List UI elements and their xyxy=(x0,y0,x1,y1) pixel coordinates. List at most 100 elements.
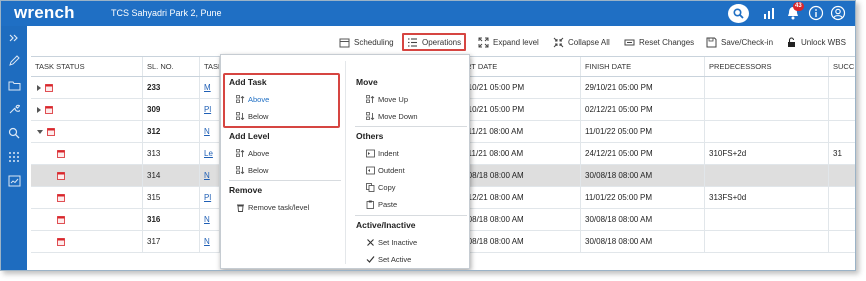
user-profile-icon[interactable] xyxy=(830,5,846,21)
toolbar: Scheduling Operations Expand level Colla… xyxy=(27,32,855,52)
outdent-label: Outdent xyxy=(378,165,405,175)
set-active-item[interactable]: Set Active xyxy=(366,253,411,265)
app-logo[interactable]: wrench xyxy=(14,3,75,23)
collapse-all-button[interactable]: Collapse All xyxy=(553,34,610,50)
indent-label: Indent xyxy=(378,148,399,158)
task-type-icon xyxy=(57,215,65,224)
folder-icon[interactable] xyxy=(5,77,23,93)
signal-bars-icon[interactable] xyxy=(761,5,777,21)
finish-date-cell: 02/12/21 05:00 PM xyxy=(581,99,705,120)
remove-task-level-item[interactable]: Remove task/level xyxy=(236,201,309,213)
menu-separator xyxy=(229,180,341,181)
search-icon[interactable] xyxy=(5,125,23,141)
remove-heading: Remove xyxy=(229,185,263,195)
calendar-icon xyxy=(339,38,350,47)
pencil-icon[interactable] xyxy=(5,53,23,69)
paste-label: Paste xyxy=(378,199,398,209)
start-date-cell: 9/12/21 08:00 AM xyxy=(457,187,581,208)
finish-date-cell: 30/08/18 08:00 AM xyxy=(581,231,705,252)
task-name-link[interactable]: N xyxy=(200,121,220,142)
report-icon[interactable] xyxy=(5,173,23,189)
start-date-cell: 9/08/18 08:00 AM xyxy=(457,209,581,230)
header-finish-date[interactable]: FINISH DATE xyxy=(581,57,705,76)
successors-cell xyxy=(829,231,855,252)
scheduling-button[interactable]: Scheduling xyxy=(339,34,394,50)
task-status-cell xyxy=(31,187,143,208)
outdent-item[interactable]: Outdent xyxy=(366,164,405,176)
task-type-icon xyxy=(57,149,65,158)
finish-date-cell: 30/08/18 08:00 AM xyxy=(581,165,705,186)
task-status-cell xyxy=(31,99,143,120)
finish-date-cell: 11/01/22 05:00 PM xyxy=(581,121,705,142)
header-successors[interactable]: SUCC xyxy=(829,57,855,76)
apps-grid-icon[interactable] xyxy=(5,149,23,165)
unlock-wbs-button[interactable]: Unlock WBS xyxy=(786,34,846,50)
set-inactive-item[interactable]: Set Inactive xyxy=(366,236,417,248)
move-heading: Move xyxy=(356,77,378,87)
predecessors-cell xyxy=(705,121,829,142)
collapse-row-icon[interactable] xyxy=(37,129,43,134)
start-date-cell: 9/08/18 08:00 AM xyxy=(457,231,581,252)
task-name-link[interactable]: N xyxy=(200,231,220,252)
left-sidebar xyxy=(1,26,27,270)
header-sl-no[interactable]: SL. NO. xyxy=(143,57,200,76)
expand-level-button[interactable]: Expand level xyxy=(478,34,539,50)
scheduling-label: Scheduling xyxy=(354,37,394,47)
operations-menu: Add Task Above Below Add Level Above Bel… xyxy=(220,54,470,269)
sl-no-cell: 309 xyxy=(143,99,200,120)
active-inactive-heading: Active/Inactive xyxy=(356,220,416,230)
task-name-link[interactable]: Le xyxy=(200,143,220,164)
task-status-cell xyxy=(31,77,143,98)
set-active-label: Set Active xyxy=(378,254,412,264)
expand-sidebar-icon[interactable] xyxy=(5,30,23,46)
header-task[interactable]: TASK xyxy=(200,57,220,76)
task-name-link[interactable]: N xyxy=(200,209,220,230)
sl-no-cell: 233 xyxy=(143,77,200,98)
wrench-icon[interactable] xyxy=(5,101,23,117)
expand-icon xyxy=(478,37,489,47)
expand-row-icon[interactable] xyxy=(37,106,41,113)
successors-cell xyxy=(829,165,855,186)
menu-separator xyxy=(355,215,467,216)
start-date-cell: 9/10/21 05:00 PM xyxy=(457,77,581,98)
successors-cell xyxy=(829,209,855,230)
info-icon[interactable] xyxy=(808,5,824,21)
predecessors-cell xyxy=(705,99,829,120)
add-level-below-item[interactable]: Below xyxy=(236,164,268,176)
copy-item[interactable]: Copy xyxy=(366,181,396,193)
successors-cell xyxy=(829,77,855,98)
finish-date-cell: 11/01/22 05:00 PM xyxy=(581,187,705,208)
task-name-link[interactable]: N xyxy=(200,165,220,186)
reset-changes-button[interactable]: Reset Changes xyxy=(624,34,694,50)
paste-item[interactable]: Paste xyxy=(366,198,397,210)
outdent-icon xyxy=(366,166,375,174)
expand-row-icon[interactable] xyxy=(37,84,41,91)
predecessors-cell: 313FS+0d xyxy=(705,187,829,208)
remove-task-level-label: Remove task/level xyxy=(248,202,310,212)
operations-label: Operations xyxy=(422,37,462,47)
header-predecessors[interactable]: PREDECESSORS xyxy=(705,57,829,76)
reset-changes-label: Reset Changes xyxy=(639,37,695,47)
task-type-icon xyxy=(45,83,53,92)
task-status-cell xyxy=(31,231,143,252)
copy-icon xyxy=(366,182,375,192)
move-up-item[interactable]: Move Up xyxy=(366,93,408,105)
operations-button[interactable]: Operations xyxy=(402,33,467,51)
indent-item[interactable]: Indent xyxy=(366,147,399,159)
add-level-below-label: Below xyxy=(248,165,269,175)
task-name-link[interactable]: M xyxy=(200,77,220,98)
close-x-icon xyxy=(367,238,374,246)
add-level-heading: Add Level xyxy=(229,131,270,141)
task-name-link[interactable]: Pl xyxy=(200,99,220,120)
move-down-item[interactable]: Move Down xyxy=(366,110,418,122)
search-button[interactable] xyxy=(728,4,749,23)
task-name-link[interactable]: Pl xyxy=(200,187,220,208)
menu-separator xyxy=(355,126,467,127)
save-checkin-button[interactable]: Save/Check-in xyxy=(706,34,773,50)
move-down-label: Move Down xyxy=(378,111,418,121)
header-task-status[interactable]: TASK STATUS xyxy=(31,57,143,76)
add-level-above-label: Above xyxy=(248,148,270,158)
add-level-above-item[interactable]: Above xyxy=(236,147,269,159)
header-start-date[interactable]: ART DATE xyxy=(457,57,581,76)
start-date-cell: 9/11/21 08:00 AM xyxy=(457,143,581,164)
